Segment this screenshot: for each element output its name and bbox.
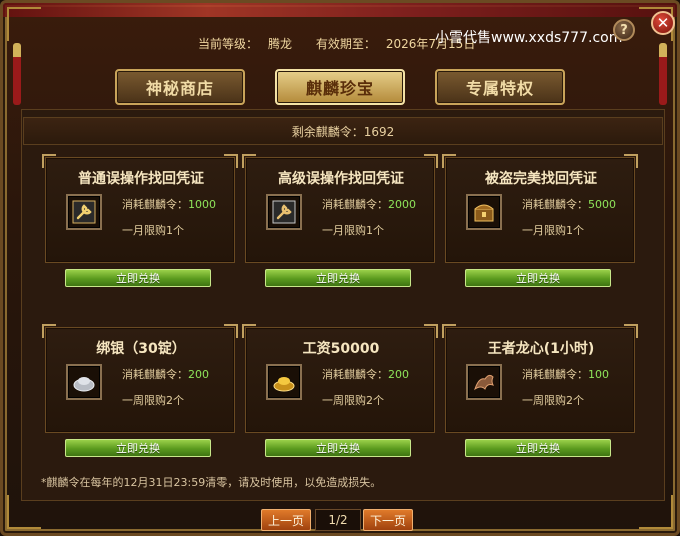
level-label: 当前等级： <box>198 37 259 51</box>
wrench-icon[interactable] <box>66 194 102 230</box>
item-title: 绑银（30锭） <box>96 341 186 357</box>
redeem-button[interactable]: 立即兑换 <box>465 439 611 457</box>
item-cost: 消耗麒麟令：5000 <box>522 196 616 212</box>
shop-item-card: 被盗完美找回凭证 消耗麒麟令：5000 一月限购1个 <box>442 154 638 263</box>
cost-label: 消耗麒麟令： <box>122 368 188 381</box>
redeem-button[interactable]: 立即兑换 <box>265 269 411 287</box>
page-indicator: 1/2 <box>315 509 361 531</box>
purchase-limit: 一月限购1个 <box>322 224 384 237</box>
prev-page-button[interactable]: 上一页 <box>261 509 311 531</box>
silver-ingot-icon[interactable] <box>66 364 102 400</box>
cost-label: 消耗麒麟令： <box>322 198 388 211</box>
corner-ornament <box>7 7 41 41</box>
redeem-button[interactable]: 立即兑换 <box>65 439 211 457</box>
cost-value: 200 <box>388 368 409 381</box>
help-button[interactable]: ? <box>613 19 635 41</box>
purchase-limit: 一月限购1个 <box>522 224 584 237</box>
item-cost: 消耗麒麟令：100 <box>522 366 609 382</box>
level-value: 腾龙 <box>268 37 293 51</box>
item-title: 王者龙心(1小时) <box>487 341 595 357</box>
item-title: 工资50000 <box>302 341 380 357</box>
next-page-button[interactable]: 下一页 <box>363 509 413 531</box>
redeem-button[interactable]: 立即兑换 <box>265 439 411 457</box>
cost-value: 2000 <box>388 198 416 211</box>
tab-mystery-shop[interactable]: 神秘商店 <box>115 69 245 105</box>
wrench-icon[interactable] <box>266 194 302 230</box>
redeem-button[interactable]: 立即兑换 <box>65 269 211 287</box>
close-button[interactable]: ✕ <box>651 11 675 35</box>
purchase-limit: 一月限购1个 <box>122 224 184 237</box>
purchase-limit: 一周限购2个 <box>322 394 384 407</box>
shop-item-card: 绑银（30锭） 消耗麒麟令：200 一周限购2个 <box>42 324 238 433</box>
shop-item-card: 工资50000 消耗麒麟令：200 一周限购2个 <box>242 324 438 433</box>
cost-label: 消耗麒麟令： <box>522 368 588 381</box>
remaining-tokens: 剩余麒麟令：1692 <box>23 117 663 145</box>
purchase-limit: 一周限购2个 <box>122 394 184 407</box>
token-reset-note: *麒麟令在每年的12月31日23:59清零，请及时使用，以免造成损失。 <box>41 476 382 489</box>
cost-label: 消耗麒麟令： <box>322 368 388 381</box>
cost-value: 100 <box>588 368 609 381</box>
item-cost: 消耗麒麟令：200 <box>122 366 209 382</box>
shop-item-card: 普通误操作找回凭证 消耗麒麟令：1000 一月限购1个 <box>42 154 238 263</box>
cost-value: 1000 <box>188 198 216 211</box>
item-title: 普通误操作找回凭证 <box>78 171 204 187</box>
pagination: 上一页 1/2 下一页 <box>3 509 677 531</box>
shop-item-card: 高级误操作找回凭证 消耗麒麟令：2000 一月限购1个 <box>242 154 438 263</box>
cost-value: 200 <box>188 368 209 381</box>
gold-ingot-icon[interactable] <box>266 364 302 400</box>
window-top-banner <box>3 3 677 17</box>
tab-bar: 神秘商店 麒麟珍宝 专属特权 <box>3 69 677 109</box>
item-title: 高级误操作找回凭证 <box>278 171 404 187</box>
purchase-limit: 一周限购2个 <box>522 394 584 407</box>
tab-qilin-treasure[interactable]: 麒麟珍宝 <box>275 69 405 105</box>
item-title: 被盗完美找回凭证 <box>485 171 597 187</box>
chest-icon[interactable] <box>466 194 502 230</box>
expiry-label: 有效期至： <box>315 37 376 51</box>
redeem-button[interactable]: 立即兑换 <box>465 269 611 287</box>
shop-item-card: 王者龙心(1小时) 消耗麒麟令：100 一周限购2个 <box>442 324 638 433</box>
cost-value: 5000 <box>588 198 616 211</box>
tab-exclusive-privilege[interactable]: 专属特权 <box>435 69 565 105</box>
cost-label: 消耗麒麟令： <box>122 198 188 211</box>
item-cost: 消耗麒麟令：200 <box>322 366 409 382</box>
treasure-shop-window: 当前等级： 腾龙 有效期至： 2026年7月15日 小雪代售www.xxds777.… <box>0 0 680 536</box>
dragon-icon[interactable] <box>466 364 502 400</box>
cost-label: 消耗麒麟令： <box>522 198 588 211</box>
watermark-text: 小雪代售www.xxds777.com <box>435 30 623 46</box>
item-cost: 消耗麒麟令：1000 <box>122 196 216 212</box>
item-cost: 消耗麒麟令：2000 <box>322 196 416 212</box>
